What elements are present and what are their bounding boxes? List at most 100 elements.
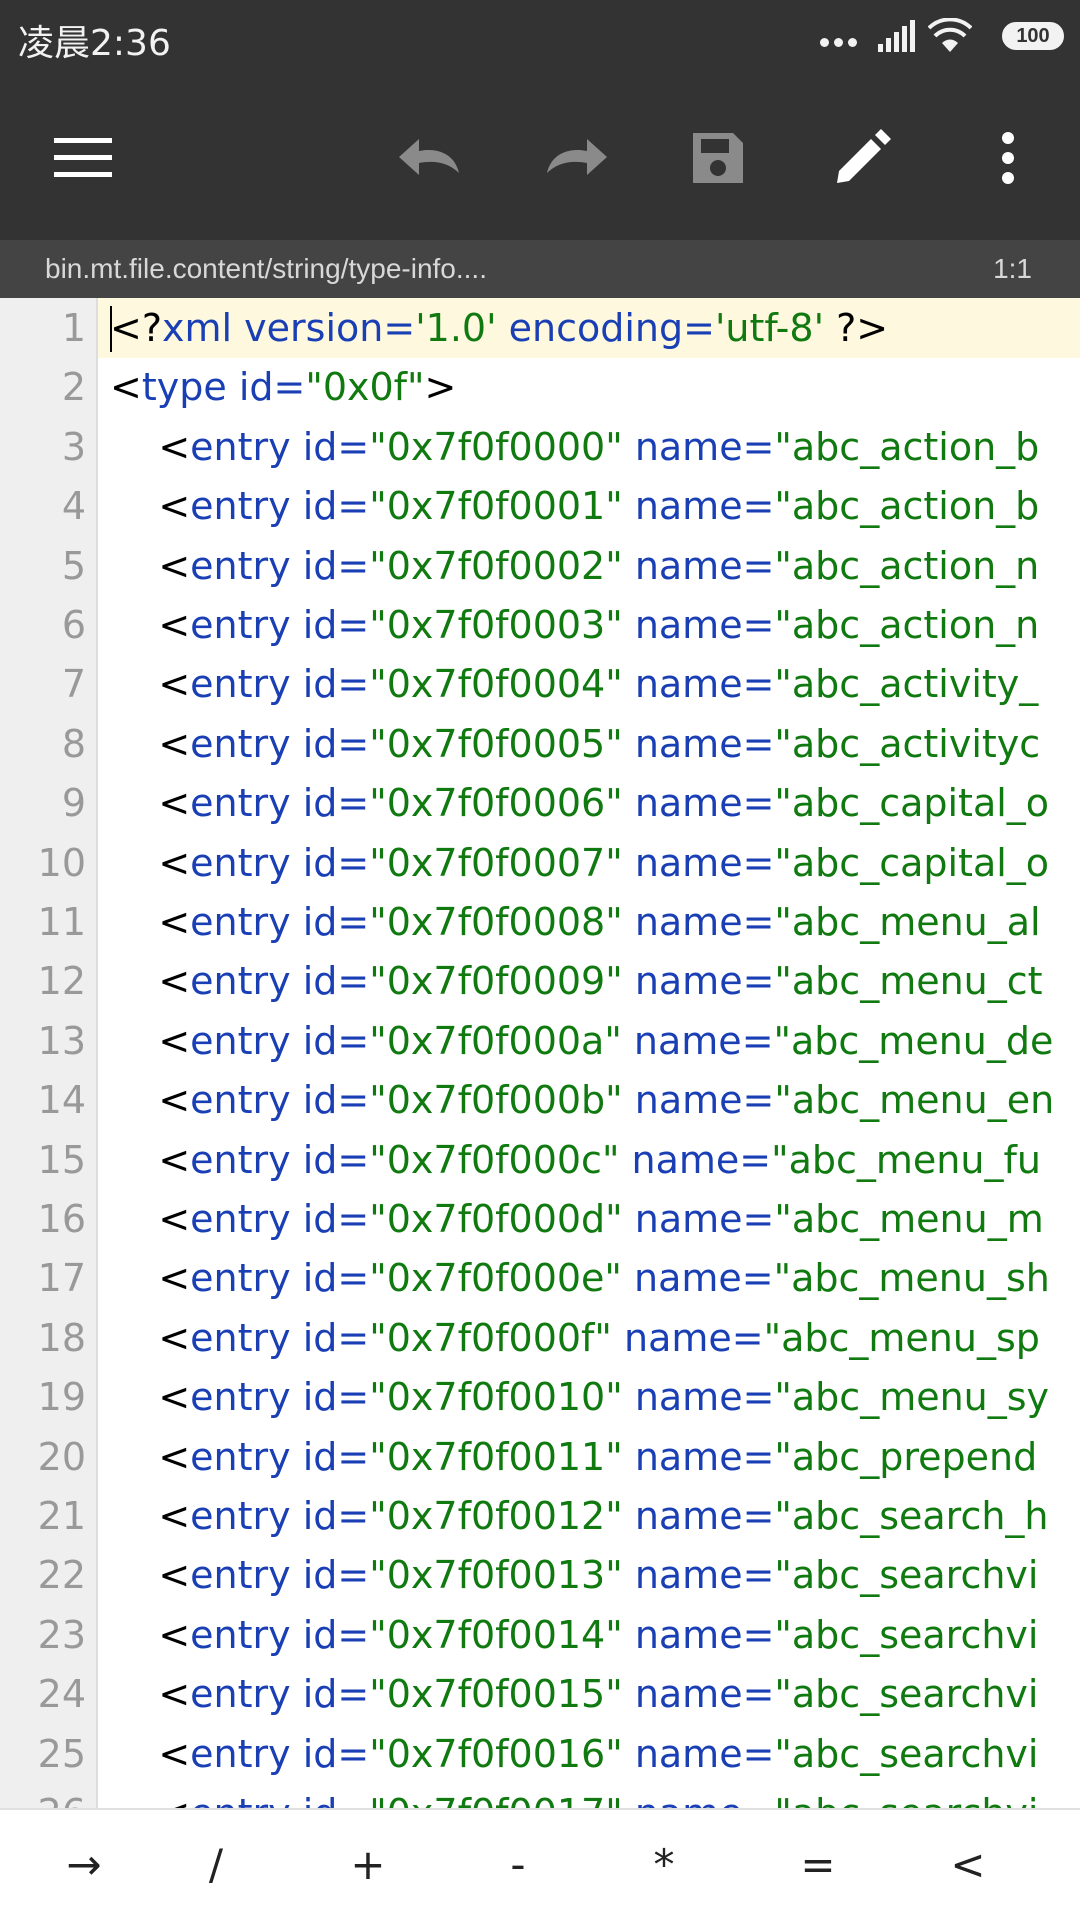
code-token-attr: name= xyxy=(634,1197,775,1241)
code-token-punct xyxy=(623,425,635,469)
code-token-punct: < xyxy=(110,959,191,1004)
code-line: 24 <entry id="0x7f0f0015" name="abc_sear… xyxy=(0,1664,1080,1724)
code-token-attr: id= xyxy=(302,900,370,944)
edit-button[interactable] xyxy=(812,108,912,208)
code-token-tag: entry xyxy=(190,484,291,529)
code-token-val: "abc_action_n xyxy=(774,603,1040,647)
code-line: 4 <entry id="0x7f0f0001" name="abc_actio… xyxy=(0,476,1080,536)
code-token-tag: entry xyxy=(190,1672,291,1717)
code-token-punct xyxy=(623,603,635,647)
code-token-attr: name= xyxy=(634,1731,775,1776)
code-line: 10 <entry id="0x7f0f0007" name="abc_capi… xyxy=(0,833,1080,893)
code-token-attr: id= xyxy=(302,1672,370,1717)
line-code: <entry id="0x7f0f0012" name="abc_search_… xyxy=(110,1486,1048,1546)
line-number: 13 xyxy=(37,1018,86,1063)
code-token-attr: id= xyxy=(302,1612,370,1657)
code-token-attr: name= xyxy=(634,959,775,1004)
code-token-punct xyxy=(291,662,303,706)
code-token-punct xyxy=(291,1078,303,1122)
code-token-attr: name= xyxy=(634,1434,775,1479)
code-token-val: "abc_searchvi xyxy=(774,1791,1038,1808)
code-token-attr: id= xyxy=(302,1731,370,1776)
code-token-tag: entry xyxy=(190,900,291,944)
symbol-key[interactable]: < xyxy=(912,1810,1024,1920)
line-number: 10 xyxy=(37,840,86,885)
path-bar: bin.mt.file.content/string/type-info....… xyxy=(0,240,1080,298)
code-line: 13 <entry id="0x7f0f000a" name="abc_menu… xyxy=(0,1011,1080,1071)
code-token-punct xyxy=(291,1375,303,1419)
menu-button[interactable] xyxy=(34,108,134,208)
code-token-attr: name= xyxy=(634,721,775,766)
code-token-val: "0x7f0f0015" xyxy=(369,1672,623,1717)
line-number: 1 xyxy=(61,306,86,350)
symbol-key[interactable]: = xyxy=(762,1810,874,1920)
code-token-punct xyxy=(623,722,635,766)
code-token-punct: > xyxy=(424,365,457,410)
undo-button[interactable] xyxy=(382,108,482,208)
line-number: 6 xyxy=(61,603,86,647)
code-token-attr: id= xyxy=(302,603,370,647)
file-path: bin.mt.file.content/string/type-info.... xyxy=(45,253,487,284)
code-token-attr: id= xyxy=(302,1434,370,1479)
code-line: 25 <entry id="0x7f0f0016" name="abc_sear… xyxy=(0,1724,1080,1784)
code-line: 11 <entry id="0x7f0f0008" name="abc_menu… xyxy=(0,892,1080,952)
code-token-attr: name= xyxy=(634,900,775,944)
symbol-key[interactable]: - xyxy=(462,1810,574,1920)
code-token-punct: ?> xyxy=(824,306,889,350)
status-icons: 100 xyxy=(820,0,1080,76)
line-code: <entry id="0x7f0f000d" name="abc_menu_m xyxy=(110,1189,1043,1249)
code-token-punct xyxy=(497,306,509,350)
symbol-key[interactable]: → xyxy=(28,1810,140,1920)
code-token-attr: id= xyxy=(303,1791,370,1808)
text-caret xyxy=(110,306,112,352)
code-token-punct: < xyxy=(110,1672,191,1717)
code-token-val: "0x7f0f0004" xyxy=(369,662,623,707)
line-number: 5 xyxy=(61,543,86,588)
code-token-val: "abc_menu_en xyxy=(774,1078,1055,1123)
line-code: <entry id="0x7f0f0014" name="abc_searchv… xyxy=(110,1605,1038,1665)
code-token-val: '1.0' xyxy=(415,306,497,350)
symbol-key[interactable]: * xyxy=(608,1810,720,1920)
line-code: <entry id="0x7f0f0016" name="abc_searchv… xyxy=(110,1724,1038,1784)
code-token-punct: < xyxy=(110,1375,191,1420)
line-code: <entry id="0x7f0f0011" name="abc_prepend xyxy=(110,1427,1037,1487)
code-token-attr: name= xyxy=(634,603,775,647)
line-code: <entry id="0x7f0f0001" name="abc_action_… xyxy=(110,476,1039,536)
line-number: 7 xyxy=(61,662,86,707)
code-token-attr: name= xyxy=(634,1672,775,1717)
code-line: 8 <entry id="0x7f0f0005" name="abc_activ… xyxy=(0,714,1080,774)
code-line: 20 <entry id="0x7f0f0011" name="abc_prep… xyxy=(0,1427,1080,1487)
code-token-attr: id= xyxy=(302,1256,370,1301)
more-options-button[interactable] xyxy=(958,108,1058,208)
code-token-punct: < xyxy=(110,1612,191,1657)
code-token-punct xyxy=(291,781,303,825)
code-token-punct xyxy=(291,484,303,528)
code-token-attr: id= xyxy=(302,424,370,469)
code-token-attr: name= xyxy=(634,1078,775,1123)
status-bar: 凌晨2:36 100 xyxy=(0,0,1080,76)
code-token-punct xyxy=(291,603,303,647)
code-line: 1 <?xml version='1.0' encoding='utf-8' ?> xyxy=(0,298,1080,358)
line-number: 4 xyxy=(61,484,86,529)
code-token-punct xyxy=(232,306,244,350)
code-editor[interactable]: 1 <?xml version='1.0' encoding='utf-8' ?>… xyxy=(0,298,1080,1808)
line-number: 18 xyxy=(37,1315,86,1360)
code-token-val: "abc_menu_al xyxy=(774,900,1041,944)
code-token-punct: < xyxy=(110,840,191,885)
code-token-tag: entry xyxy=(190,1256,291,1301)
code-token-attr: id= xyxy=(302,543,370,588)
code-token-tag: entry xyxy=(190,1612,291,1657)
code-token-tag: entry xyxy=(190,1434,291,1479)
code-line: 21 <entry id="0x7f0f0012" name="abc_sear… xyxy=(0,1486,1080,1546)
save-button[interactable] xyxy=(668,108,768,208)
code-token-val: "0x7f0f000e" xyxy=(369,1256,622,1301)
code-token-attr: name= xyxy=(634,484,775,529)
code-token-val: "abc_menu_sp xyxy=(763,1315,1040,1360)
code-token-punct xyxy=(291,1494,303,1538)
symbol-key[interactable]: + xyxy=(312,1810,424,1920)
code-line: 22 <entry id="0x7f0f0013" name="abc_sear… xyxy=(0,1545,1080,1605)
line-number: 15 xyxy=(37,1137,86,1182)
redo-button[interactable] xyxy=(524,108,624,208)
code-token-val: "0x7f0f0002" xyxy=(369,543,623,588)
symbol-key[interactable]: / xyxy=(160,1810,272,1920)
